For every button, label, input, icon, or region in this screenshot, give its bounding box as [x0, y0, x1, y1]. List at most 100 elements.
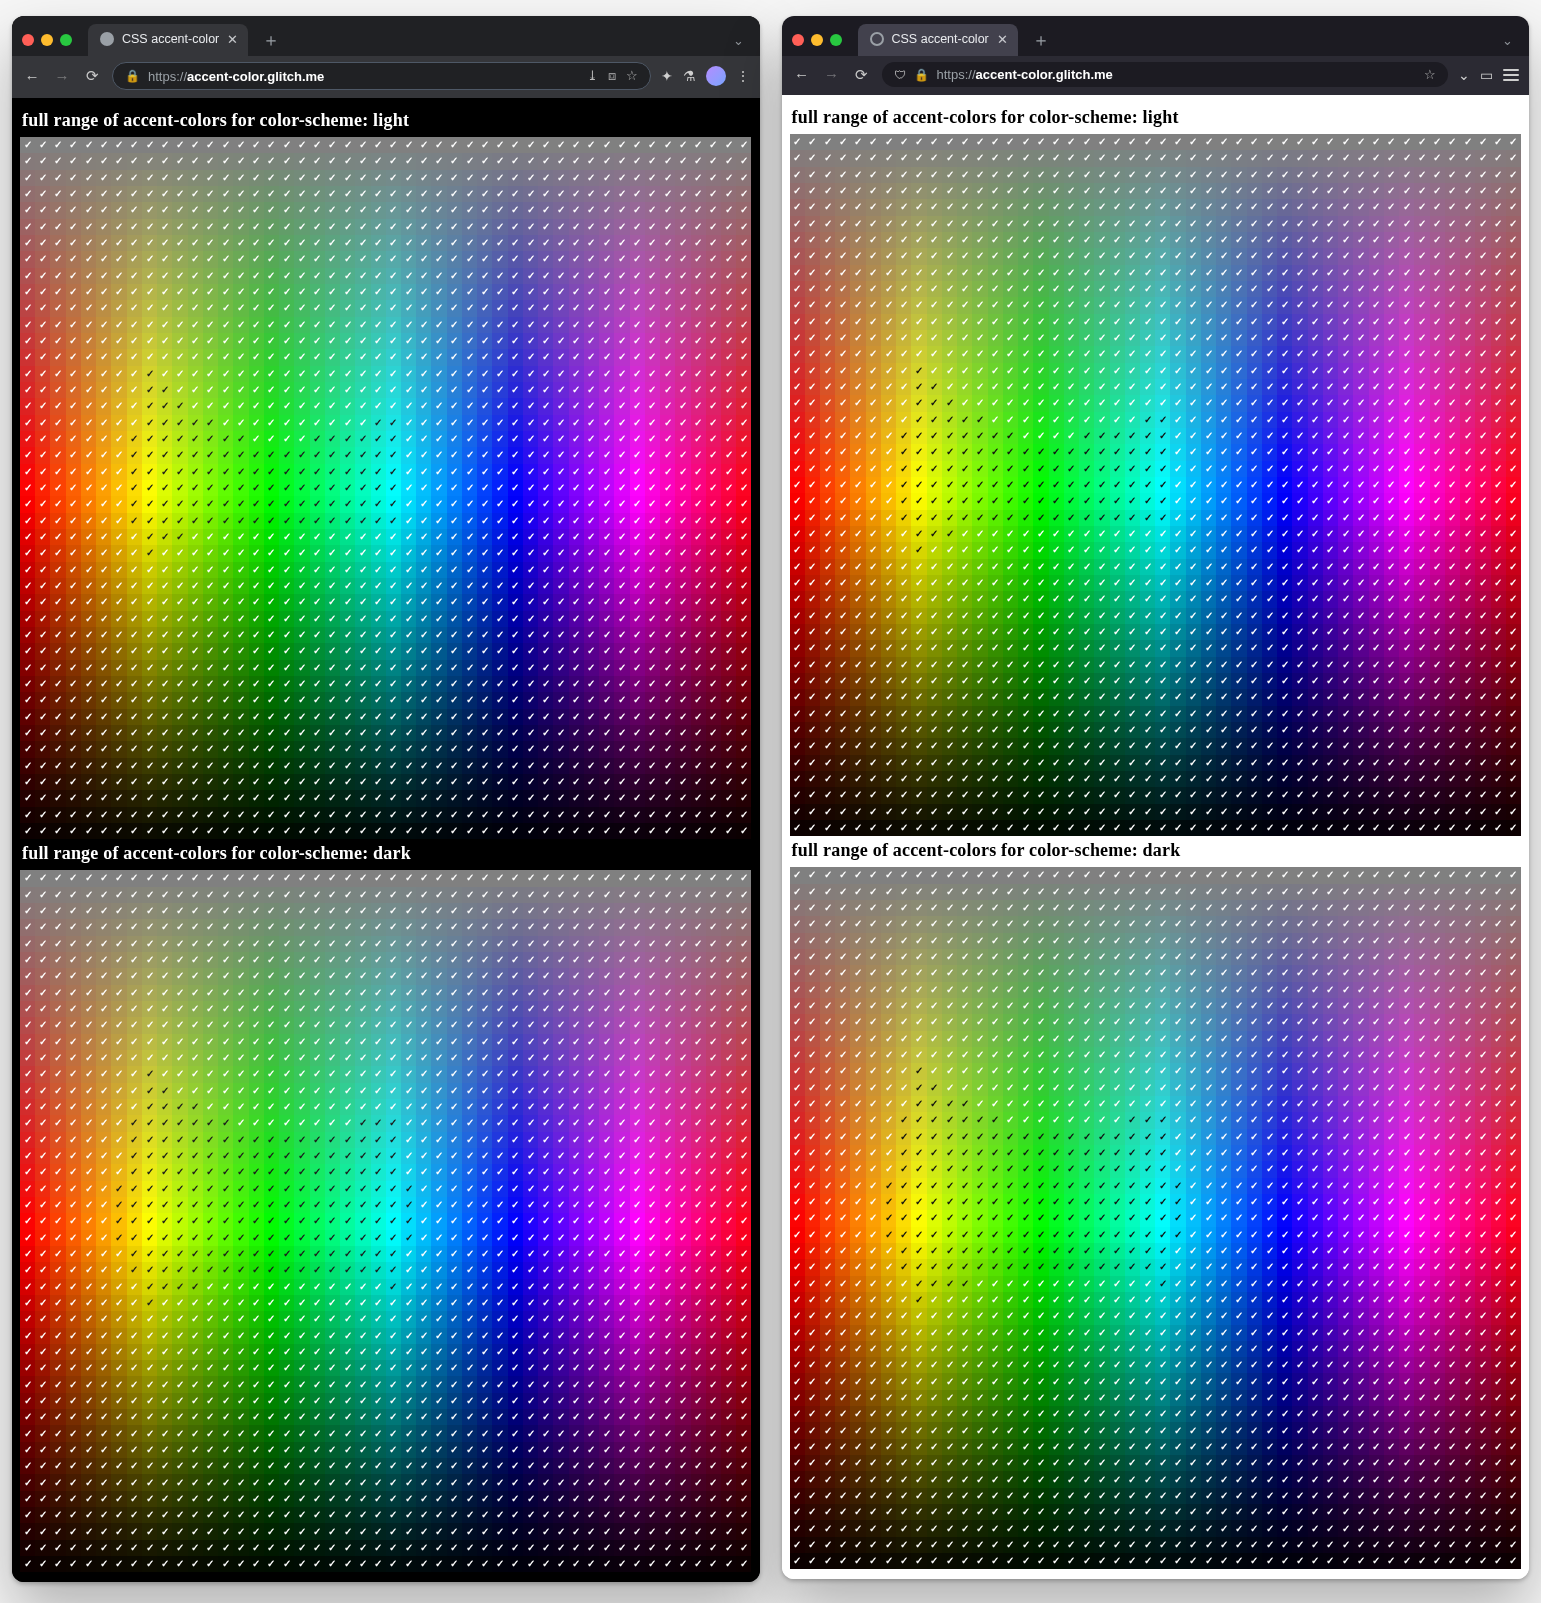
accent-swatch[interactable]: ✓: [850, 1047, 865, 1063]
accent-swatch[interactable]: ✓: [1079, 1096, 1094, 1112]
accent-swatch[interactable]: ✓: [1247, 1063, 1262, 1079]
accent-swatch[interactable]: ✓: [584, 692, 599, 708]
accent-swatch[interactable]: ✓: [172, 1491, 187, 1507]
accent-swatch[interactable]: ✓: [1369, 559, 1384, 575]
accent-swatch[interactable]: ✓: [569, 968, 584, 984]
accent-swatch[interactable]: ✓: [1292, 1406, 1307, 1422]
accent-swatch[interactable]: ✓: [1323, 673, 1338, 689]
accent-swatch[interactable]: ✓: [957, 1406, 972, 1422]
accent-swatch[interactable]: ✓: [645, 398, 660, 414]
accent-swatch[interactable]: ✓: [1216, 591, 1231, 607]
accent-swatch[interactable]: ✓: [386, 692, 401, 708]
accent-swatch[interactable]: ✓: [416, 1425, 431, 1441]
accent-swatch[interactable]: ✓: [447, 398, 462, 414]
accent-swatch[interactable]: ✓: [340, 643, 355, 659]
accent-swatch[interactable]: ✓: [538, 1328, 553, 1344]
accent-swatch[interactable]: ✓: [111, 562, 126, 578]
accent-swatch[interactable]: ✓: [706, 202, 721, 218]
accent-swatch[interactable]: ✓: [675, 153, 690, 169]
accent-swatch[interactable]: ✓: [614, 919, 629, 935]
accent-swatch[interactable]: ✓: [1460, 1129, 1475, 1145]
accent-swatch[interactable]: ✓: [477, 1311, 492, 1327]
accent-swatch[interactable]: ✓: [325, 1230, 340, 1246]
accent-swatch[interactable]: ✓: [850, 1129, 865, 1145]
accent-swatch[interactable]: ✓: [447, 415, 462, 431]
accent-swatch[interactable]: ✓: [142, 464, 157, 480]
accent-swatch[interactable]: ✓: [805, 363, 820, 379]
accent-swatch[interactable]: ✓: [1125, 314, 1140, 330]
accent-swatch[interactable]: ✓: [1506, 232, 1521, 248]
accent-swatch[interactable]: ✓: [111, 398, 126, 414]
accent-swatch[interactable]: ✓: [447, 1066, 462, 1082]
accent-swatch[interactable]: ✓: [957, 1325, 972, 1341]
accent-swatch[interactable]: ✓: [1033, 982, 1048, 998]
accent-swatch[interactable]: ✓: [553, 725, 568, 741]
accent-swatch[interactable]: ✓: [675, 1034, 690, 1050]
accent-swatch[interactable]: ✓: [1323, 1178, 1338, 1194]
accent-swatch[interactable]: ✓: [820, 755, 835, 771]
accent-swatch[interactable]: ✓: [1353, 624, 1368, 640]
accent-swatch[interactable]: ✓: [957, 1373, 972, 1389]
accent-swatch[interactable]: ✓: [1506, 1129, 1521, 1145]
accent-swatch[interactable]: ✓: [386, 480, 401, 496]
accent-swatch[interactable]: ✓: [1125, 477, 1140, 493]
accent-swatch[interactable]: ✓: [1247, 1112, 1262, 1128]
accent-swatch[interactable]: ✓: [988, 755, 1003, 771]
accent-swatch[interactable]: ✓: [1262, 1422, 1277, 1438]
accent-swatch[interactable]: ✓: [431, 807, 446, 823]
accent-swatch[interactable]: ✓: [462, 758, 477, 774]
accent-swatch[interactable]: ✓: [1049, 1243, 1064, 1259]
accent-swatch[interactable]: ✓: [142, 578, 157, 594]
accent-swatch[interactable]: ✓: [599, 952, 614, 968]
accent-swatch[interactable]: ✓: [1277, 1227, 1292, 1243]
accent-swatch[interactable]: ✓: [1140, 1227, 1155, 1243]
accent-swatch[interactable]: ✓: [1262, 395, 1277, 411]
accent-swatch[interactable]: ✓: [492, 936, 507, 952]
accent-swatch[interactable]: ✓: [1506, 1194, 1521, 1210]
accent-swatch[interactable]: ✓: [645, 1425, 660, 1441]
accent-swatch[interactable]: ✓: [81, 1262, 96, 1278]
accent-swatch[interactable]: ✓: [911, 1537, 926, 1553]
accent-swatch[interactable]: ✓: [1079, 1112, 1094, 1128]
accent-swatch[interactable]: ✓: [371, 774, 386, 790]
accent-swatch[interactable]: ✓: [127, 1556, 142, 1572]
accent-swatch[interactable]: ✓: [1414, 1178, 1429, 1194]
accent-swatch[interactable]: ✓: [599, 480, 614, 496]
accent-swatch[interactable]: ✓: [988, 820, 1003, 836]
accent-swatch[interactable]: ✓: [1414, 591, 1429, 607]
accent-swatch[interactable]: ✓: [157, 936, 172, 952]
accent-swatch[interactable]: ✓: [584, 725, 599, 741]
accent-swatch[interactable]: ✓: [127, 594, 142, 610]
accent-swatch[interactable]: ✓: [1079, 216, 1094, 232]
accent-swatch[interactable]: ✓: [850, 1422, 865, 1438]
accent-swatch[interactable]: ✓: [957, 1504, 972, 1520]
accent-swatch[interactable]: ✓: [371, 790, 386, 806]
accent-swatch[interactable]: ✓: [233, 1262, 248, 1278]
accent-swatch[interactable]: ✓: [1064, 134, 1079, 150]
accent-swatch[interactable]: ✓: [850, 867, 865, 883]
accent-swatch[interactable]: ✓: [972, 412, 987, 428]
accent-swatch[interactable]: ✓: [660, 1197, 675, 1213]
accent-swatch[interactable]: ✓: [660, 1442, 675, 1458]
accent-swatch[interactable]: ✓: [20, 1458, 35, 1474]
accent-swatch[interactable]: ✓: [294, 870, 309, 886]
accent-swatch[interactable]: ✓: [1308, 1096, 1323, 1112]
accent-swatch[interactable]: ✓: [927, 412, 942, 428]
accent-swatch[interactable]: ✓: [721, 1344, 736, 1360]
accent-swatch[interactable]: ✓: [1414, 150, 1429, 166]
accent-swatch[interactable]: ✓: [1460, 150, 1475, 166]
accent-swatch[interactable]: ✓: [1094, 1390, 1109, 1406]
accent-swatch[interactable]: ✓: [584, 545, 599, 561]
accent-swatch[interactable]: ✓: [1292, 820, 1307, 836]
accent-swatch[interactable]: ✓: [401, 1197, 416, 1213]
accent-swatch[interactable]: ✓: [1216, 297, 1231, 313]
accent-swatch[interactable]: ✓: [157, 1279, 172, 1295]
accent-swatch[interactable]: ✓: [203, 480, 218, 496]
accent-swatch[interactable]: ✓: [599, 1540, 614, 1556]
accent-swatch[interactable]: ✓: [1216, 395, 1231, 411]
accent-swatch[interactable]: ✓: [523, 790, 538, 806]
accent-swatch[interactable]: ✓: [386, 643, 401, 659]
accent-swatch[interactable]: ✓: [279, 1556, 294, 1572]
accent-swatch[interactable]: ✓: [835, 1112, 850, 1128]
accent-swatch[interactable]: ✓: [866, 281, 881, 297]
